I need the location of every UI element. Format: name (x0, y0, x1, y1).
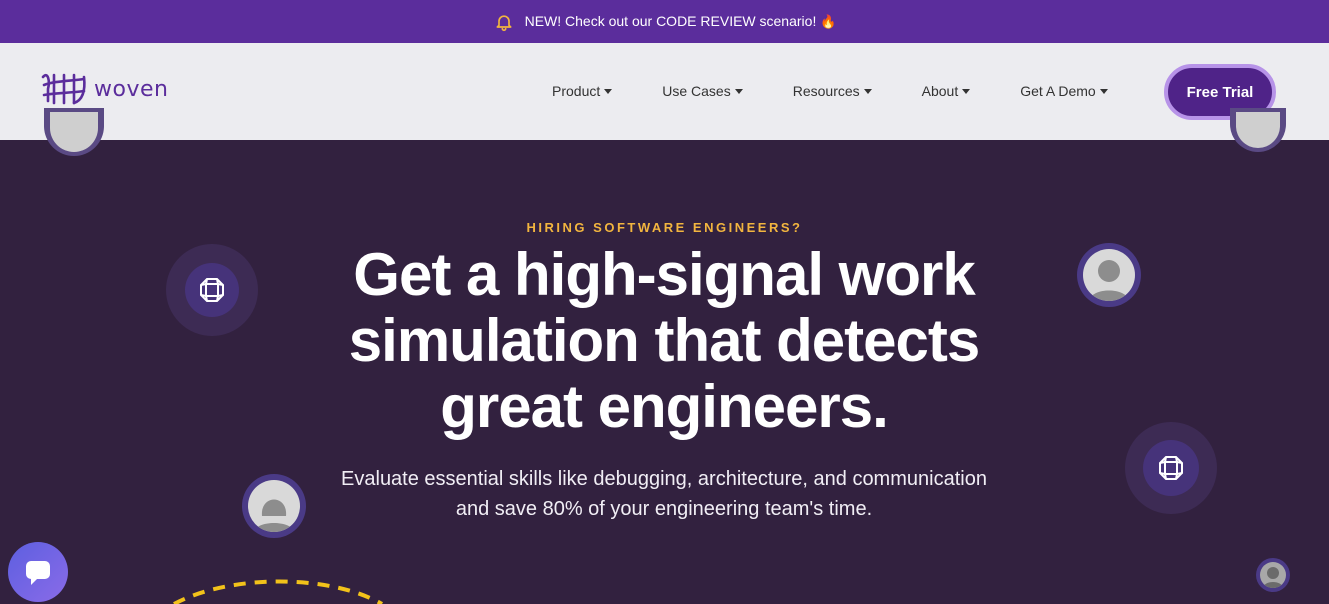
fire-icon: 🔥 (820, 14, 837, 29)
woven-logo[interactable]: woven (40, 71, 168, 107)
avatar-small-bottom-right (1256, 558, 1290, 592)
chat-icon (26, 561, 50, 585)
avatar-icon (254, 499, 294, 532)
hero-headline: Get a high-signal work simulation that d… (348, 241, 980, 440)
announcement-bar[interactable]: NEW! Check out our CODE REVIEW scenario!… (0, 0, 1329, 43)
chat-widget-button[interactable] (8, 542, 68, 602)
avatar-icon (1263, 567, 1283, 588)
woven-logo-mark (41, 73, 86, 105)
brand-name: woven (94, 76, 169, 102)
bell-icon (493, 11, 515, 33)
nav-item-about[interactable]: About (922, 83, 971, 99)
nav-item-use-cases[interactable]: Use Cases (662, 83, 743, 99)
avatar-left (242, 474, 306, 538)
hero-eyebrow: HIRING SOFTWARE ENGINEERS? (526, 220, 803, 235)
nav-item-get-a-demo[interactable]: Get A Demo (1020, 83, 1108, 99)
avatar-icon (1089, 260, 1129, 301)
dashed-arc (173, 579, 383, 604)
caret-down-icon (734, 88, 743, 94)
gem-icon (1159, 456, 1183, 480)
nav-item-resources[interactable]: Resources (793, 83, 872, 99)
caret-down-icon (962, 88, 971, 94)
gem-icon (200, 278, 224, 302)
caret-down-icon (863, 88, 872, 94)
hero-subheadline: Evaluate essential skills like debugging… (341, 468, 987, 520)
top-navigation: woven Product Use Cases Resources About … (0, 43, 1329, 140)
gem-badge-left (166, 244, 258, 336)
caret-down-icon (604, 88, 613, 94)
caret-down-icon (1099, 88, 1108, 94)
avatar-right (1077, 243, 1141, 307)
nav-item-product[interactable]: Product (552, 83, 613, 99)
announcement-text[interactable]: NEW! Check out our CODE REVIEW scenario!… (525, 13, 837, 30)
hero-section: HIRING SOFTWARE ENGINEERS? Get a high-si… (0, 140, 1329, 604)
gem-badge-right (1125, 422, 1217, 514)
nav-menu: Product Use Cases Resources About Get A … (552, 83, 1108, 99)
